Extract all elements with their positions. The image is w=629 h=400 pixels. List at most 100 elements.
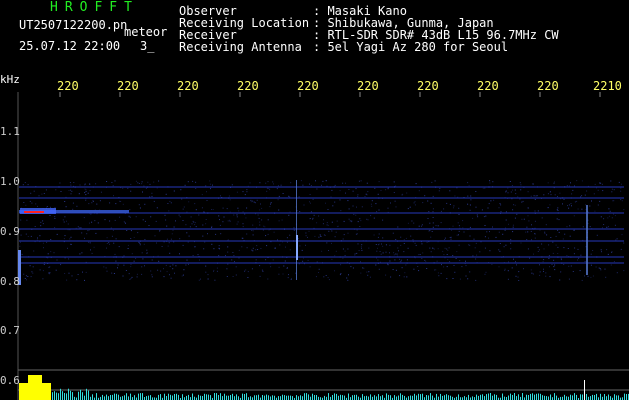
noise-dot — [69, 182, 71, 184]
noise-dot — [378, 268, 380, 270]
noise-dot — [452, 278, 454, 279]
noise-dot — [289, 234, 291, 236]
noise-dot — [29, 200, 31, 202]
noise-dot — [351, 220, 353, 222]
noise-dot — [154, 235, 156, 237]
noise-dot — [307, 259, 309, 261]
noise-dot — [136, 276, 138, 278]
noise-dot — [348, 274, 349, 276]
noise-dot — [246, 247, 248, 249]
noise-dot — [404, 272, 406, 274]
noise-dot — [318, 268, 320, 270]
y-tick-1.0: 1.0 — [0, 175, 20, 188]
level-noise — [616, 395, 617, 400]
noise-dot — [577, 208, 579, 210]
noise-dot — [444, 237, 446, 239]
noise-dot — [334, 236, 336, 238]
noise-dot — [60, 191, 62, 192]
level-noise — [526, 394, 527, 400]
noise-dot — [581, 279, 583, 281]
noise-dot — [205, 219, 207, 220]
noise-dot — [151, 259, 153, 261]
noise-dot — [475, 242, 477, 244]
noise-dot — [227, 246, 229, 248]
noise-dot — [468, 244, 470, 246]
noise-dot — [207, 278, 209, 280]
noise-dot — [463, 231, 465, 233]
level-noise — [88, 390, 89, 400]
noise-dot — [87, 230, 89, 232]
noise-dot — [45, 189, 47, 191]
noise-dot — [85, 190, 87, 192]
noise-dot — [371, 205, 373, 207]
noise-dot — [361, 206, 363, 208]
meteor-trace — [296, 180, 297, 280]
noise-dot — [336, 226, 338, 228]
noise-dot — [610, 264, 612, 266]
noise-dot — [517, 276, 519, 278]
noise-dot — [325, 275, 327, 276]
noise-dot — [604, 268, 606, 270]
noise-dot — [270, 203, 271, 205]
noise-dot — [231, 184, 233, 186]
noise-dot — [599, 268, 601, 269]
noise-dot — [70, 236, 72, 238]
noise-dot — [198, 214, 200, 216]
noise-dot — [590, 253, 592, 255]
noise-dot — [144, 203, 146, 205]
noise-dot — [600, 249, 602, 251]
level-noise — [490, 393, 491, 400]
noise-dot — [425, 260, 427, 262]
noise-dot — [64, 273, 66, 274]
noise-dot — [449, 203, 451, 205]
noise-dot — [368, 247, 370, 249]
level-noise — [66, 393, 67, 400]
noise-dot — [389, 244, 391, 246]
level-noise — [58, 393, 59, 400]
level-noise — [508, 395, 509, 400]
noise-dot — [68, 258, 70, 260]
noise-dot — [543, 259, 545, 261]
noise-dot — [554, 269, 556, 271]
noise-dot — [545, 224, 547, 226]
noise-dot — [358, 250, 360, 251]
noise-dot — [283, 265, 285, 267]
noise-dot — [90, 249, 91, 251]
noise-dot — [382, 252, 384, 254]
noise-dot — [414, 204, 416, 206]
noise-dot — [429, 247, 431, 249]
noise-dot — [546, 234, 548, 236]
noise-dot — [288, 214, 290, 216]
noise-dot — [600, 182, 602, 184]
noise-dot — [267, 278, 269, 280]
noise-dot — [498, 266, 500, 268]
noise-dot — [395, 239, 397, 240]
x-tick-5: 220 — [297, 79, 319, 93]
x-tick-9: 220 — [537, 79, 559, 93]
noise-dot — [212, 209, 214, 210]
noise-dot — [580, 254, 582, 256]
noise-dot — [539, 271, 541, 273]
noise-dot — [434, 180, 436, 182]
noise-dot — [153, 200, 155, 202]
noise-dot — [79, 253, 81, 255]
noise-dot — [446, 248, 448, 250]
noise-dot — [209, 183, 211, 185]
noise-dot — [380, 253, 382, 255]
level-noise — [486, 394, 487, 400]
noise-dot — [327, 209, 329, 210]
noise-dot — [598, 267, 600, 269]
noise-dot — [527, 215, 529, 217]
noise-dot — [70, 189, 71, 191]
noise-dot — [566, 226, 568, 228]
noise-dot — [599, 182, 601, 184]
noise-dot — [418, 225, 420, 227]
noise-dot — [135, 216, 137, 218]
level-noise — [176, 393, 177, 400]
noise-dot — [103, 266, 105, 268]
noise-dot — [85, 194, 87, 196]
level-noise — [502, 393, 503, 400]
noise-dot — [390, 202, 391, 204]
noise-dot — [182, 220, 184, 221]
noise-dot — [195, 181, 197, 183]
